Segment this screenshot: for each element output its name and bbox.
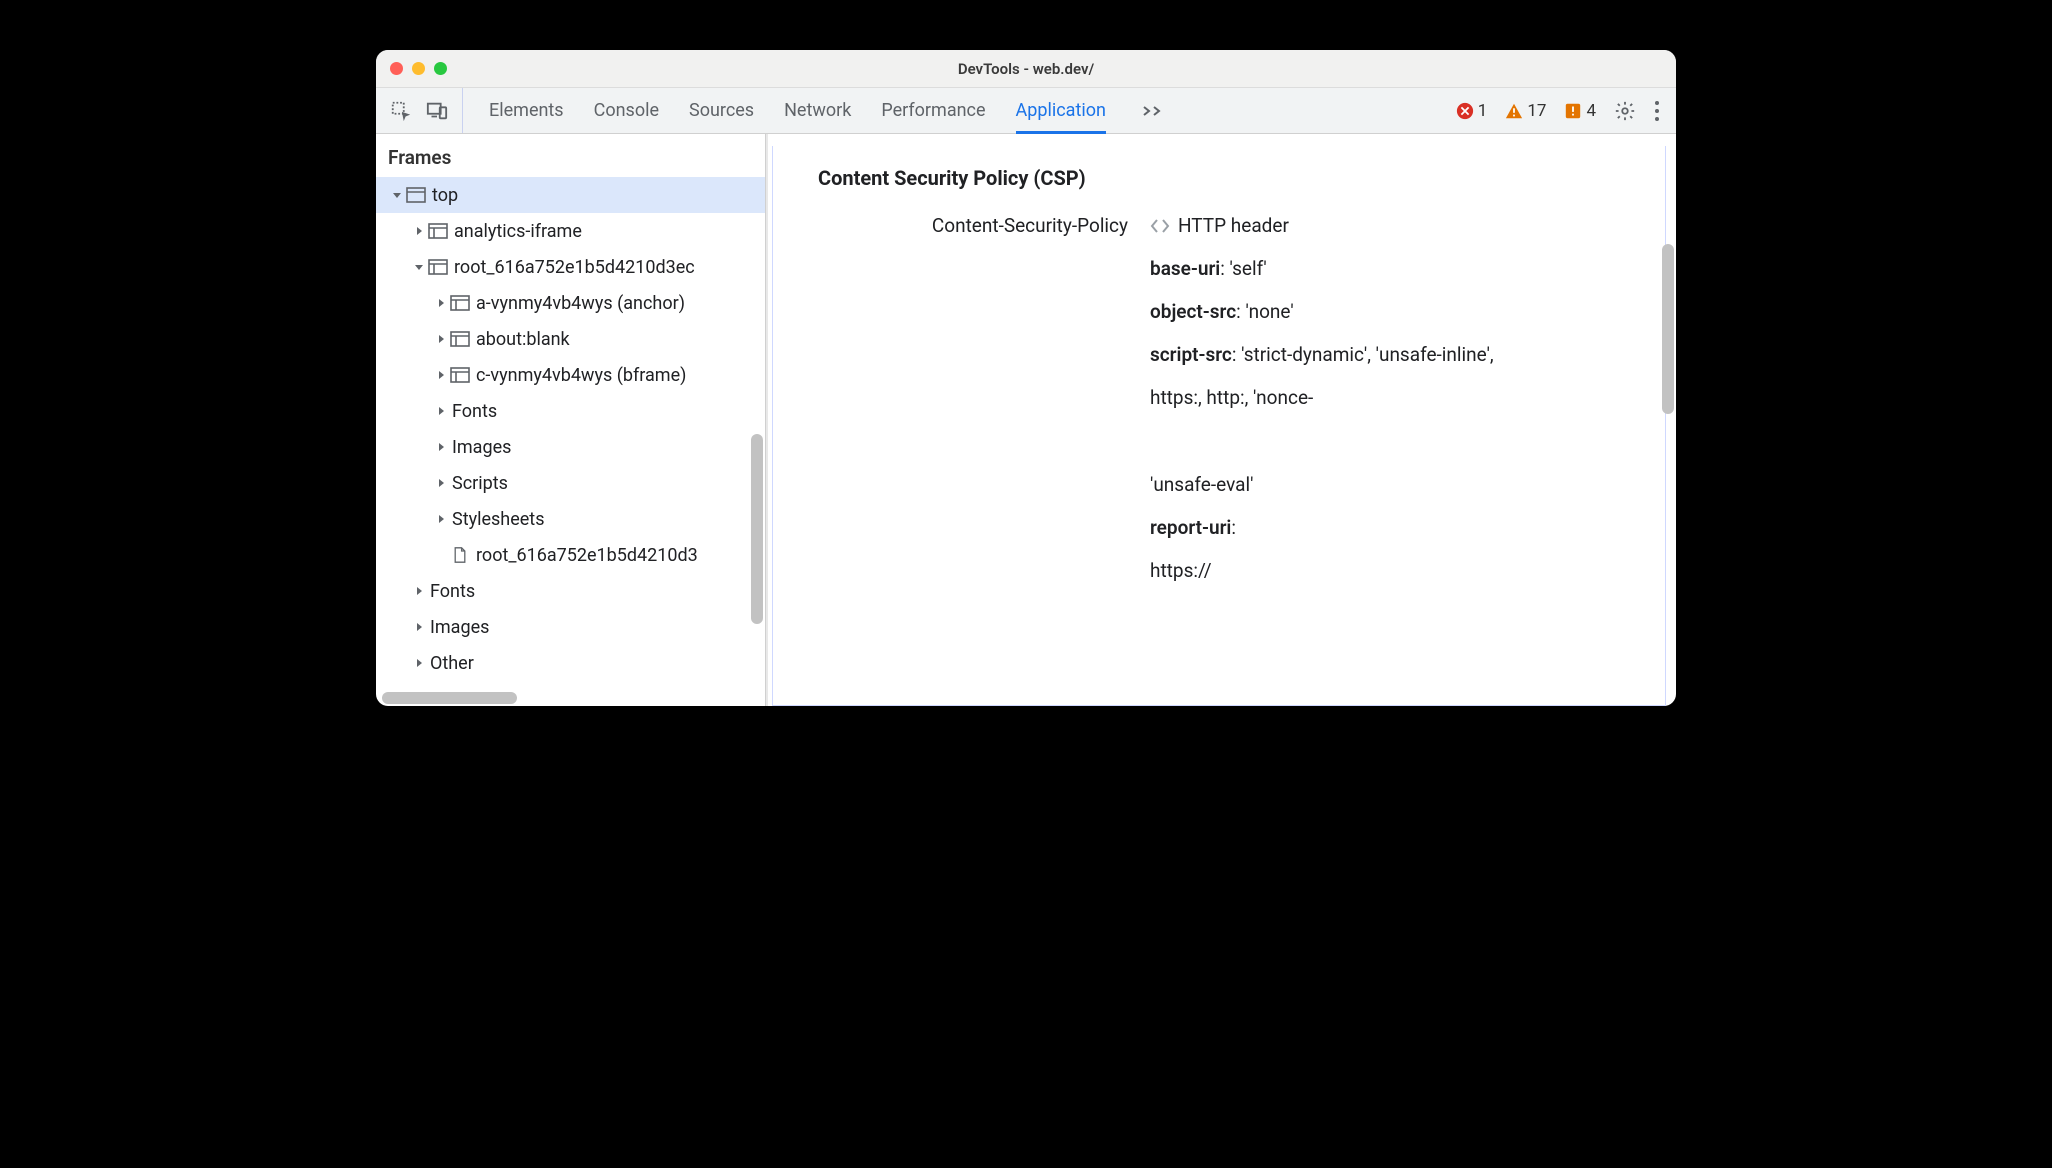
csp-directive-continuation: [1150, 429, 1648, 453]
tree-row[interactable]: about:blank: [376, 321, 765, 357]
csp-directive-continuation: 'unsafe-eval': [1150, 473, 1648, 496]
tab-application[interactable]: Application: [1016, 88, 1106, 133]
frame-icon: [448, 295, 472, 311]
chevron-right-icon[interactable]: [412, 586, 426, 596]
titlebar: DevTools - web.dev/: [376, 50, 1676, 88]
main-split: Frames top analytics-iframe root_616a752e1…: [376, 134, 1676, 706]
tree-item-label: Images: [452, 437, 511, 458]
csp-directive: object-src: 'none': [1150, 300, 1648, 323]
tab-network[interactable]: Network: [784, 88, 851, 133]
tree-row[interactable]: Other: [376, 645, 765, 681]
chevron-down-icon[interactable]: [390, 190, 404, 200]
tree-item-label: root_616a752e1b5d4210d3: [476, 545, 698, 566]
code-brackets-icon: [1150, 218, 1170, 234]
doc-icon: [448, 547, 472, 563]
errors-count: 1: [1478, 101, 1488, 121]
frames-sidebar: Frames top analytics-iframe root_616a752e1…: [376, 134, 766, 706]
devtools-window: DevTools - web.dev/ Elements Console Sourc…: [376, 50, 1676, 706]
window-title: DevTools - web.dev/: [376, 60, 1676, 78]
tree-item-label: Fonts: [452, 401, 497, 422]
sidebar-horizontal-scrollbar[interactable]: [382, 692, 517, 704]
tree-row[interactable]: root_616a752e1b5d4210d3: [376, 537, 765, 573]
warnings-badge[interactable]: 17: [1505, 101, 1546, 121]
chevron-right-icon[interactable]: [434, 514, 448, 524]
frame-details-content: Content Security Policy (CSP) Content-Se…: [768, 134, 1676, 706]
tree-row[interactable]: a-vynmy4vb4wys (anchor): [376, 285, 765, 321]
csp-directive-continuation: https:, http:, 'nonce-: [1150, 386, 1648, 409]
tree-row[interactable]: Scripts: [376, 465, 765, 501]
issues-badge[interactable]: 4: [1564, 101, 1596, 121]
chevron-right-icon[interactable]: [434, 478, 448, 488]
chevron-right-icon[interactable]: [434, 370, 448, 380]
tree-row[interactable]: Fonts: [376, 393, 765, 429]
tree-row[interactable]: Stylesheets: [376, 501, 765, 537]
chevron-right-icon[interactable]: [412, 658, 426, 668]
tree-row[interactable]: Fonts: [376, 573, 765, 609]
tree-item-label: about:blank: [476, 329, 570, 350]
devtools-toolbar: Elements Console Sources Network Performance…: [376, 88, 1676, 134]
tree-item-label: Images: [430, 617, 489, 638]
tab-sources[interactable]: Sources: [689, 88, 754, 133]
csp-section-heading: Content Security Policy (CSP): [818, 166, 1648, 190]
chevron-right-icon[interactable]: [434, 442, 448, 452]
sidebar-heading: Frames: [376, 134, 765, 177]
tree-item-label: root_616a752e1b5d4210d3ec: [454, 257, 695, 278]
frame-icon: [426, 223, 450, 239]
tree-row[interactable]: analytics-iframe: [376, 213, 765, 249]
tree-item-label: top: [432, 185, 458, 206]
chevron-right-icon[interactable]: [434, 298, 448, 308]
traffic-lights: [390, 62, 447, 75]
sidebar-vertical-scrollbar[interactable]: [751, 434, 763, 624]
inspect-element-icon[interactable]: [390, 100, 412, 122]
frame-icon: [448, 367, 472, 383]
csp-header-value: HTTP header: [1178, 214, 1289, 237]
csp-directive: base-uri: 'self': [1150, 257, 1648, 280]
tree-item-label: Stylesheets: [452, 509, 545, 530]
tab-elements[interactable]: Elements: [489, 88, 564, 133]
errors-badge[interactable]: 1: [1456, 101, 1488, 121]
tree-row[interactable]: top: [376, 177, 765, 213]
more-panels-button[interactable]: [1132, 104, 1174, 118]
tree-row[interactable]: c-vynmy4vb4wys (bframe): [376, 357, 765, 393]
tree-item-label: Other: [430, 653, 474, 674]
close-window-button[interactable]: [390, 62, 403, 75]
tree-row[interactable]: root_616a752e1b5d4210d3ec: [376, 249, 765, 285]
panel-tabs: Elements Console Sources Network Performance…: [463, 88, 1132, 133]
tab-console[interactable]: Console: [594, 88, 659, 133]
maximize-window-button[interactable]: [434, 62, 447, 75]
tree-item-label: analytics-iframe: [454, 221, 582, 242]
tab-performance[interactable]: Performance: [881, 88, 985, 133]
device-toolbar-icon[interactable]: [426, 100, 448, 122]
settings-gear-icon[interactable]: [1614, 100, 1636, 122]
warnings-count: 17: [1527, 101, 1546, 121]
minimize-window-button[interactable]: [412, 62, 425, 75]
tree-row[interactable]: Images: [376, 609, 765, 645]
tree-item-label: a-vynmy4vb4wys (anchor): [476, 293, 685, 314]
chevron-down-icon[interactable]: [412, 262, 426, 272]
chevron-right-icon[interactable]: [434, 334, 448, 344]
frames-tree: top analytics-iframe root_616a752e1b5d4210…: [376, 177, 765, 681]
more-options-icon[interactable]: [1654, 100, 1660, 122]
chevron-right-icon[interactable]: [434, 406, 448, 416]
csp-header-label: Content-Security-Policy: [818, 214, 1128, 602]
frame-icon: [426, 259, 450, 275]
csp-directive: report-uri:: [1150, 516, 1648, 539]
csp-values: HTTP header base-uri: 'self' object-src: '…: [1150, 214, 1648, 602]
tree-item-label: Scripts: [452, 473, 508, 494]
tree-item-label: c-vynmy4vb4wys (bframe): [476, 365, 686, 386]
tree-item-label: Fonts: [430, 581, 475, 602]
chevron-right-icon[interactable]: [412, 622, 426, 632]
csp-report-uri-value: https://: [1150, 559, 1648, 582]
tree-row[interactable]: Images: [376, 429, 765, 465]
content-vertical-scrollbar[interactable]: [1662, 244, 1674, 414]
window-icon: [404, 187, 428, 203]
csp-directive: script-src: 'strict-dynamic', 'unsafe-in…: [1150, 343, 1648, 366]
frame-icon: [448, 331, 472, 347]
chevron-right-icon[interactable]: [412, 226, 426, 236]
issues-count: 4: [1586, 101, 1596, 121]
